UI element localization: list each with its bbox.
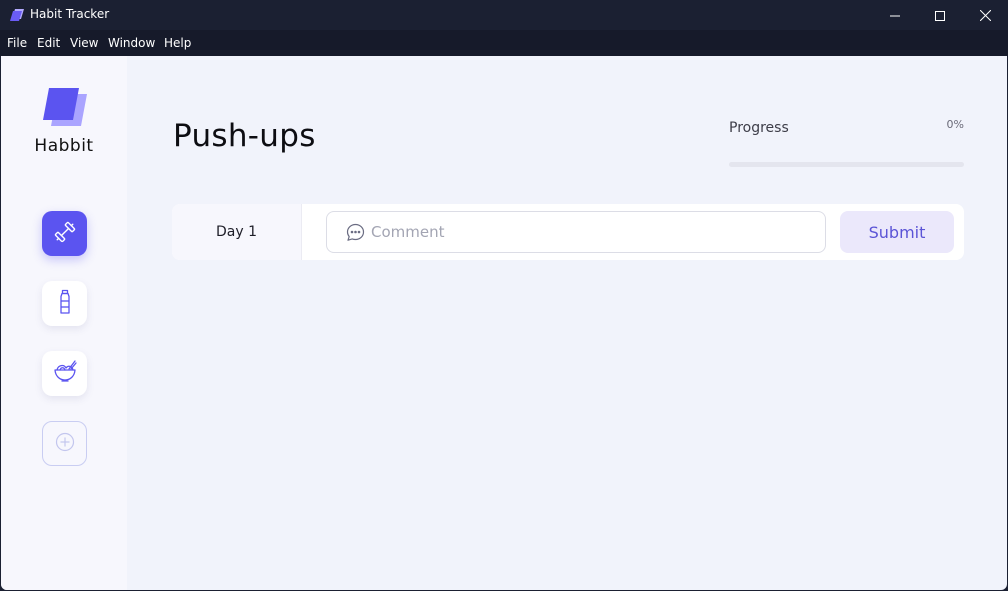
app-window: Habbit Push-ups Progress 0% Day 1 Commen…	[1, 56, 1007, 590]
habit-food-button[interactable]	[42, 351, 87, 396]
food-bowl-icon	[52, 359, 78, 389]
brand-name: Habbit	[34, 136, 94, 156]
add-circle-icon	[55, 432, 75, 456]
menu-edit[interactable]: Edit	[37, 36, 60, 50]
progress-bar	[729, 162, 964, 167]
comment-input[interactable]	[371, 212, 811, 252]
maximize-button[interactable]	[917, 0, 963, 30]
chat-bubble-icon	[346, 223, 365, 242]
progress-value: 0%	[946, 118, 964, 131]
minimize-button[interactable]	[872, 0, 918, 30]
close-icon	[979, 6, 991, 25]
entry-row: Day 1 Submit	[172, 204, 964, 260]
habit-pushups-button[interactable]	[42, 211, 87, 256]
menu-bar: File Edit View Window Help	[0, 30, 1008, 56]
menu-help[interactable]: Help	[164, 36, 191, 50]
title-bar: Habit Tracker	[0, 0, 1008, 30]
close-button[interactable]	[962, 0, 1008, 30]
habit-water-button[interactable]	[42, 281, 87, 326]
water-bottle-icon	[53, 289, 77, 319]
minimize-icon	[890, 6, 900, 25]
progress-label: Progress	[729, 120, 789, 136]
submit-button[interactable]: Submit	[840, 211, 954, 253]
menu-file[interactable]: File	[7, 36, 27, 50]
habbit-logo-icon	[41, 86, 89, 132]
add-habit-button[interactable]	[42, 421, 87, 466]
comment-field[interactable]	[326, 211, 826, 253]
menu-view[interactable]: View	[70, 36, 98, 50]
menu-window[interactable]: Window	[108, 36, 155, 50]
app-logo-icon	[9, 7, 25, 23]
maximize-icon	[935, 6, 945, 25]
sidebar: Habbit	[1, 56, 127, 590]
window-title: Habit Tracker	[30, 7, 110, 21]
dumbbell-icon	[52, 219, 78, 249]
day-label: Day 1	[172, 204, 302, 260]
page-title: Push-ups	[173, 118, 316, 154]
